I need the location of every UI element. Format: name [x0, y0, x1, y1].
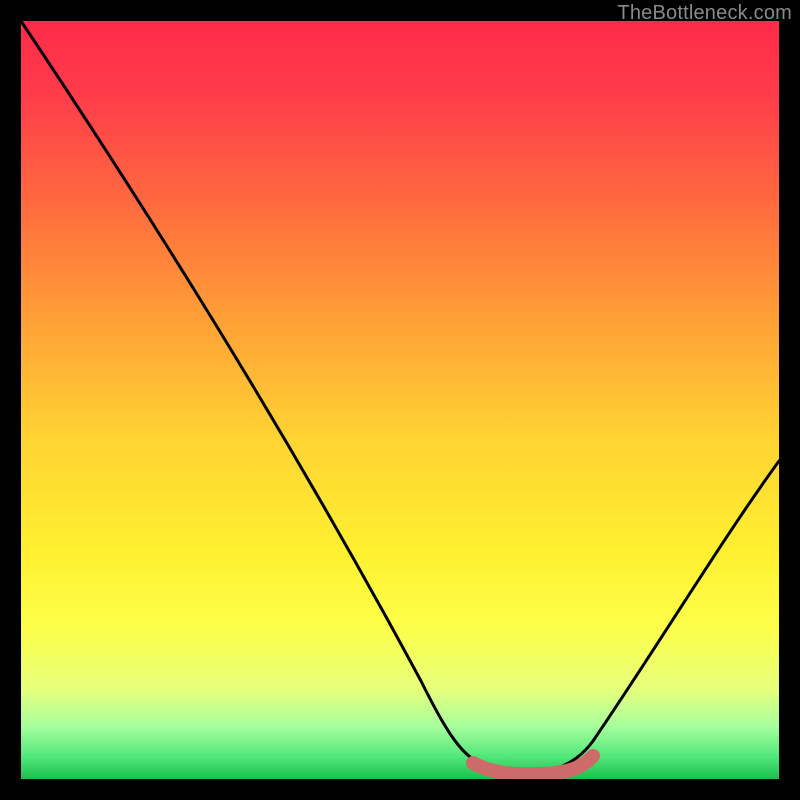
bottleneck-curve — [21, 21, 779, 779]
curve-path — [21, 21, 779, 772]
chart-area — [21, 21, 779, 779]
watermark-text: TheBottleneck.com — [617, 2, 792, 25]
